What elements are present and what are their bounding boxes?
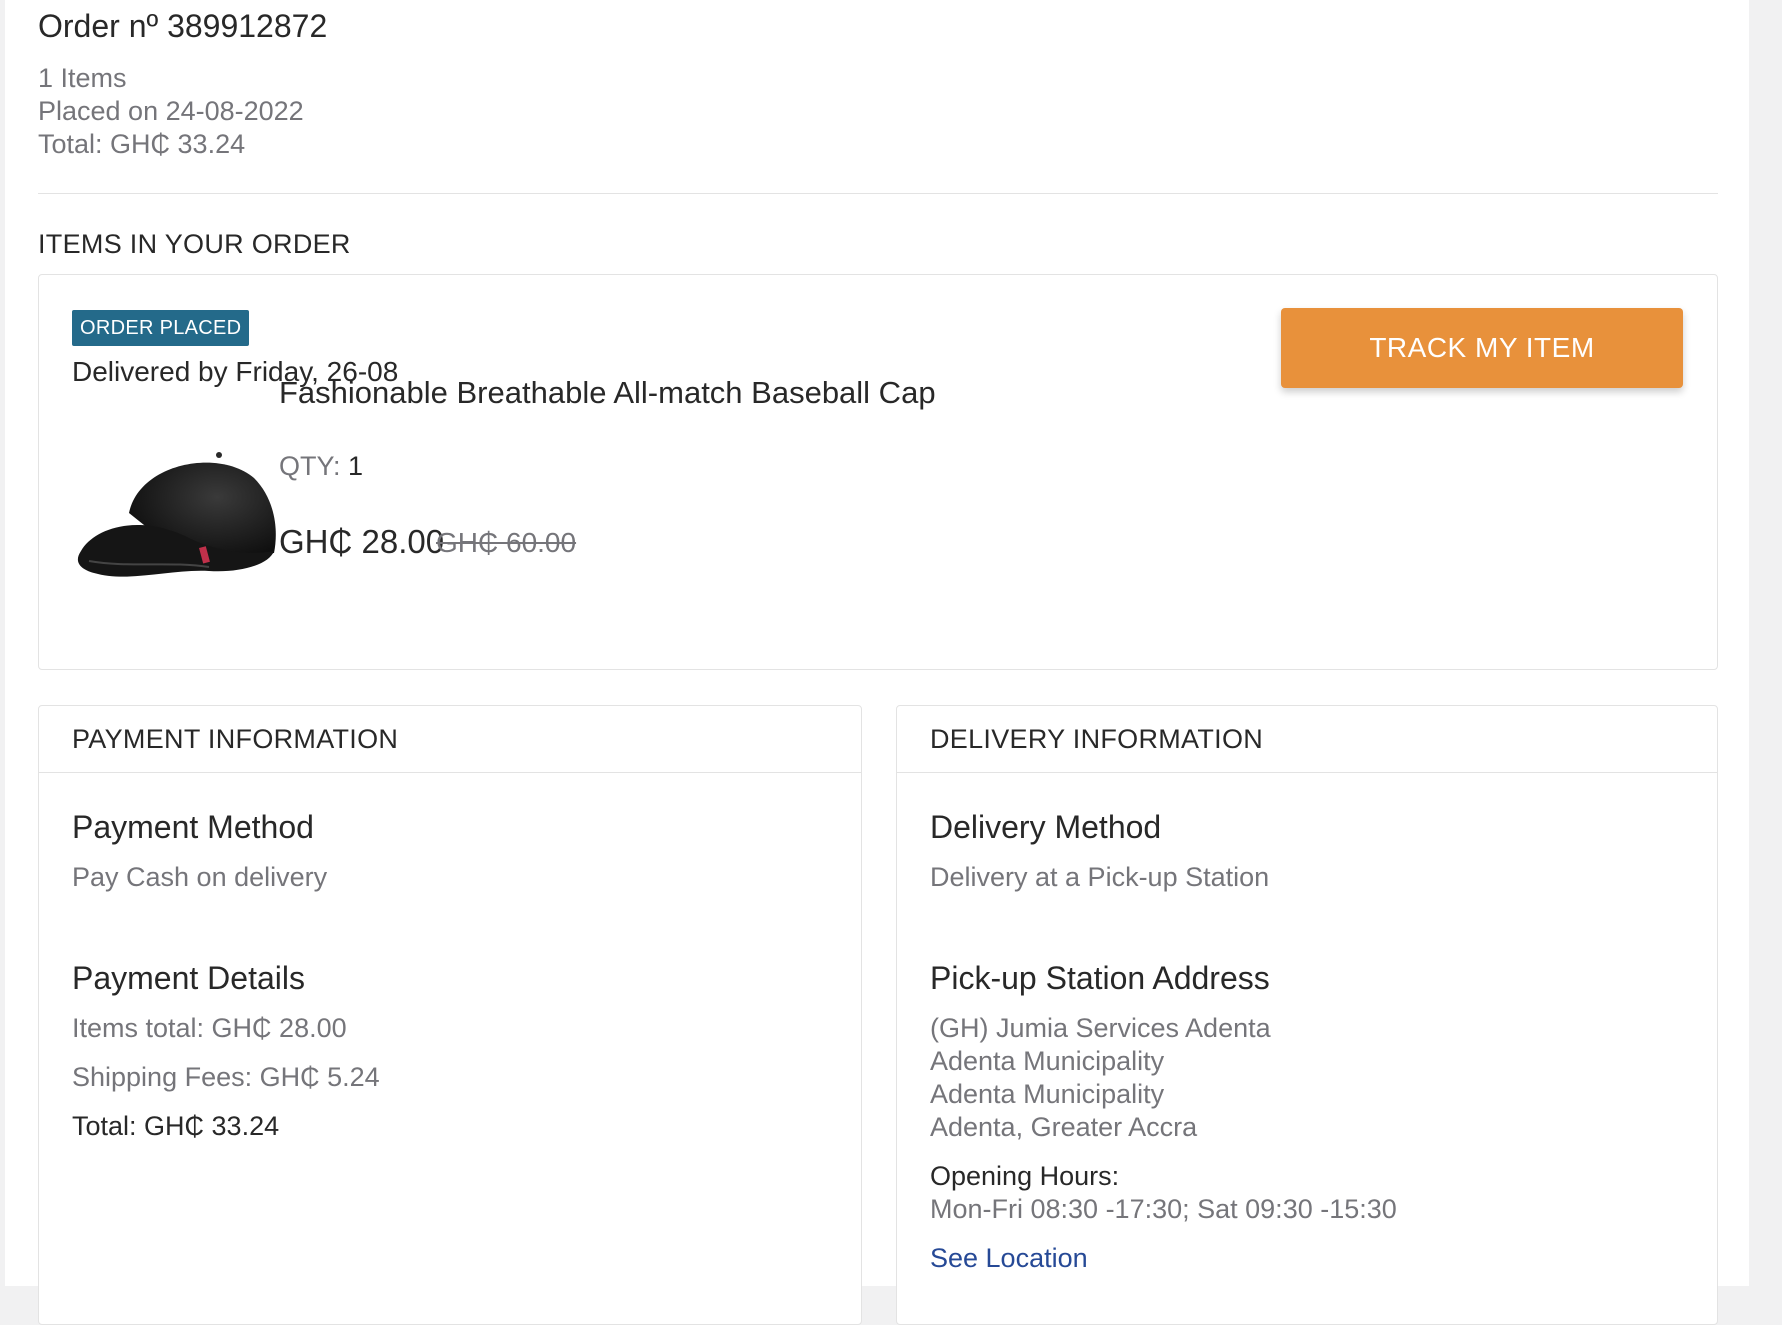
see-location-link[interactable]: See Location [930,1243,1088,1274]
opening-hours-label: Opening Hours: [930,1161,1120,1191]
track-item-label: TRACK MY ITEM [1369,332,1595,363]
payment-heading: PAYMENT INFORMATION [72,724,399,754]
items-section-heading: ITEMS IN YOUR ORDER [38,229,351,259]
order-total: Total: GH₵ 33.24 [38,129,246,159]
order-item-card: ORDER PLACED Delivered by Friday, 26-08 … [38,274,1718,670]
shipping-fees: Shipping Fees: GH₵ 5.24 [72,1062,380,1092]
baseball-cap-icon [77,452,276,577]
payment-information-panel: PAYMENT INFORMATION Payment Method Pay C… [38,705,862,1325]
delivery-method-title: Delivery Method [930,809,1162,845]
delivery-heading: DELIVERY INFORMATION [930,724,1264,754]
product-image[interactable] [69,443,279,593]
opening-hours-value: Mon-Fri 08:30 -17:30; Sat 09:30 -15:30 [930,1194,1397,1224]
payment-method-title: Payment Method [72,809,314,845]
product-price: GH₵ 28.00 [279,523,445,560]
qty-label: QTY: [279,451,341,481]
product-name[interactable]: Fashionable Breathable All-match Basebal… [279,375,936,411]
order-number-title: Order nº 389912872 [38,8,328,44]
payment-total: Total: GH₵ 33.24 [72,1111,280,1141]
address-line: Adenta, Greater Accra [930,1112,1198,1142]
order-details-page: Order nº 389912872 1 Items Placed on 24-… [5,0,1749,1325]
product-qty: QTY: 1 [279,451,363,482]
delivery-panel-header: DELIVERY INFORMATION [897,706,1717,773]
payment-panel-header: PAYMENT INFORMATION [39,706,861,773]
qty-value: 1 [348,451,364,481]
address-line: (GH) Jumia Services Adenta [930,1013,1271,1043]
address-line: Adenta Municipality [930,1079,1165,1109]
order-items-count: 1 Items [38,63,127,93]
order-placed-date: Placed on 24-08-2022 [38,96,304,126]
delivery-method-value: Delivery at a Pick-up Station [930,862,1270,892]
status-badge: ORDER PLACED [72,310,250,346]
payment-method-value: Pay Cash on delivery [72,862,328,892]
payment-details-title: Payment Details [72,960,305,996]
address-line: Adenta Municipality [930,1046,1165,1076]
divider [38,193,1718,194]
items-total: Items total: GH₵ 28.00 [72,1013,347,1043]
product-old-price: GH₵ 60.00 [436,527,577,558]
pickup-address-title: Pick-up Station Address [930,960,1270,996]
track-item-button[interactable]: TRACK MY ITEM [1281,308,1683,388]
delivery-information-panel: DELIVERY INFORMATION Delivery Method Del… [896,705,1718,1325]
